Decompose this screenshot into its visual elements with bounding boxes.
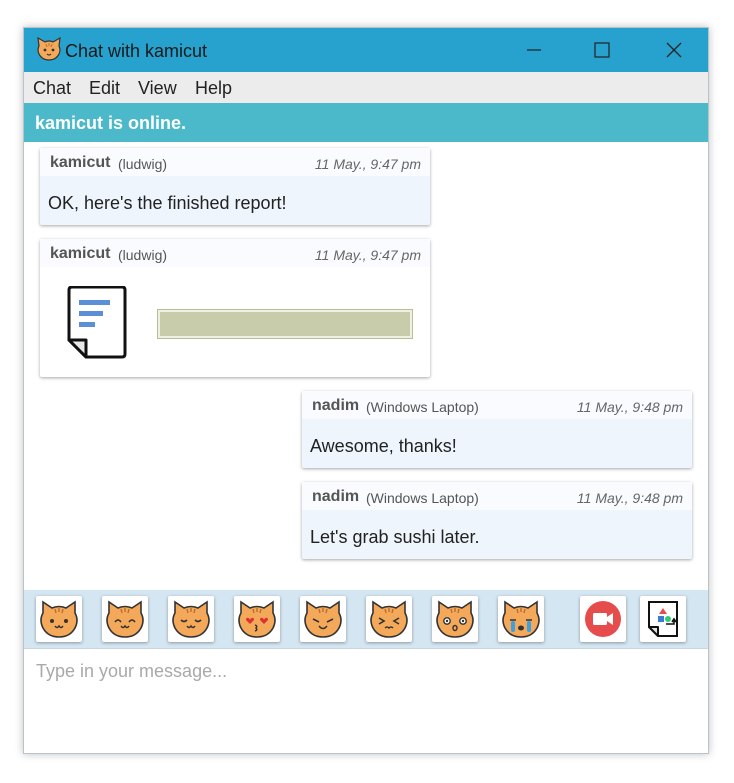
- message-sender: nadim: [312, 488, 360, 505]
- message-sender: kamicut: [50, 245, 111, 262]
- message-sender: nadim: [312, 397, 360, 414]
- cat-grin-icon: [106, 600, 144, 638]
- menu-bar: Chat Edit View Help: [24, 72, 708, 103]
- title-bar: Chat with kamicut: [24, 28, 708, 72]
- message-header: kamicut (ludwig) 11 May., 9:47 pm: [40, 148, 430, 176]
- file-preview-bar[interactable]: [157, 309, 413, 339]
- menu-view[interactable]: View: [138, 78, 177, 99]
- message-device: (Windows Laptop): [366, 399, 479, 415]
- message-list: kamicut (ludwig) 11 May., 9:47 pm OK, he…: [24, 142, 708, 590]
- minimize-button[interactable]: [504, 28, 564, 72]
- chat-window: Chat with kamicut Chat Edit View Help ka…: [23, 27, 709, 754]
- message-sender: kamicut: [50, 154, 111, 171]
- cat-squint-icon: [370, 600, 408, 638]
- menu-help[interactable]: Help: [195, 78, 232, 99]
- message-header: nadim (Windows Laptop) 11 May., 9:48 pm: [302, 391, 692, 419]
- message-time: 11 May., 9:47 pm: [314, 156, 421, 172]
- message-device: (ludwig): [118, 247, 168, 263]
- document-icon[interactable]: [64, 285, 128, 362]
- emoji-button-kiss[interactable]: [234, 596, 280, 642]
- emoji-button-grin[interactable]: [102, 596, 148, 642]
- message-time: 11 May., 9:48 pm: [576, 490, 683, 506]
- message-item: nadim (Windows Laptop) 11 May., 9:48 pm …: [302, 391, 692, 468]
- emoji-button-surprised[interactable]: [432, 596, 478, 642]
- menu-chat[interactable]: Chat: [33, 78, 71, 99]
- video-camera-icon: [585, 601, 621, 637]
- emoji-toolbar: [24, 590, 708, 648]
- message-device: (ludwig): [118, 156, 168, 172]
- message-item: nadim (Windows Laptop) 11 May., 9:48 pm …: [302, 482, 692, 559]
- message-input-area: [24, 648, 708, 753]
- emoji-button-smile[interactable]: [36, 596, 82, 642]
- message-device: (Windows Laptop): [366, 490, 479, 506]
- message-header: kamicut (ludwig) 11 May., 9:47 pm: [40, 239, 430, 267]
- cat-wink-icon: [304, 600, 342, 638]
- cat-kiss-icon: [238, 600, 276, 638]
- maximize-button[interactable]: [572, 28, 632, 72]
- minimize-icon: [527, 49, 541, 51]
- message-text: Awesome, thanks!: [310, 436, 457, 456]
- close-button[interactable]: [644, 28, 704, 72]
- emoji-button-crying[interactable]: [498, 596, 544, 642]
- message-input[interactable]: [34, 659, 698, 743]
- message-item-file: kamicut (ludwig) 11 May., 9:47 pm: [40, 239, 430, 377]
- file-send-icon: [648, 601, 678, 637]
- video-call-button[interactable]: [580, 596, 626, 642]
- window-title: Chat with kamicut: [65, 41, 208, 61]
- online-status-bar: kamicut is online.: [24, 103, 708, 142]
- message-text: OK, here's the finished report!: [48, 193, 287, 213]
- message-item: kamicut (ludwig) 11 May., 9:47 pm OK, he…: [40, 148, 430, 225]
- close-icon: [666, 42, 682, 58]
- maximize-icon: [594, 42, 610, 58]
- message-time: 11 May., 9:48 pm: [576, 399, 683, 415]
- emoji-button-wink[interactable]: [300, 596, 346, 642]
- menu-edit[interactable]: Edit: [89, 78, 120, 99]
- message-time: 11 May., 9:47 pm: [314, 247, 421, 263]
- emoji-button-squint[interactable]: [366, 596, 412, 642]
- cat-face-icon: [36, 36, 62, 61]
- emoji-button-content[interactable]: [168, 596, 214, 642]
- cat-surprised-icon: [436, 600, 474, 638]
- cat-smile-icon: [40, 600, 78, 638]
- message-header: nadim (Windows Laptop) 11 May., 9:48 pm: [302, 482, 692, 510]
- message-text: Let's grab sushi later.: [310, 527, 480, 547]
- cat-content-icon: [172, 600, 210, 638]
- online-status-text: kamicut is online.: [35, 113, 187, 133]
- cat-crying-icon: [502, 600, 540, 638]
- send-file-button[interactable]: [640, 596, 686, 642]
